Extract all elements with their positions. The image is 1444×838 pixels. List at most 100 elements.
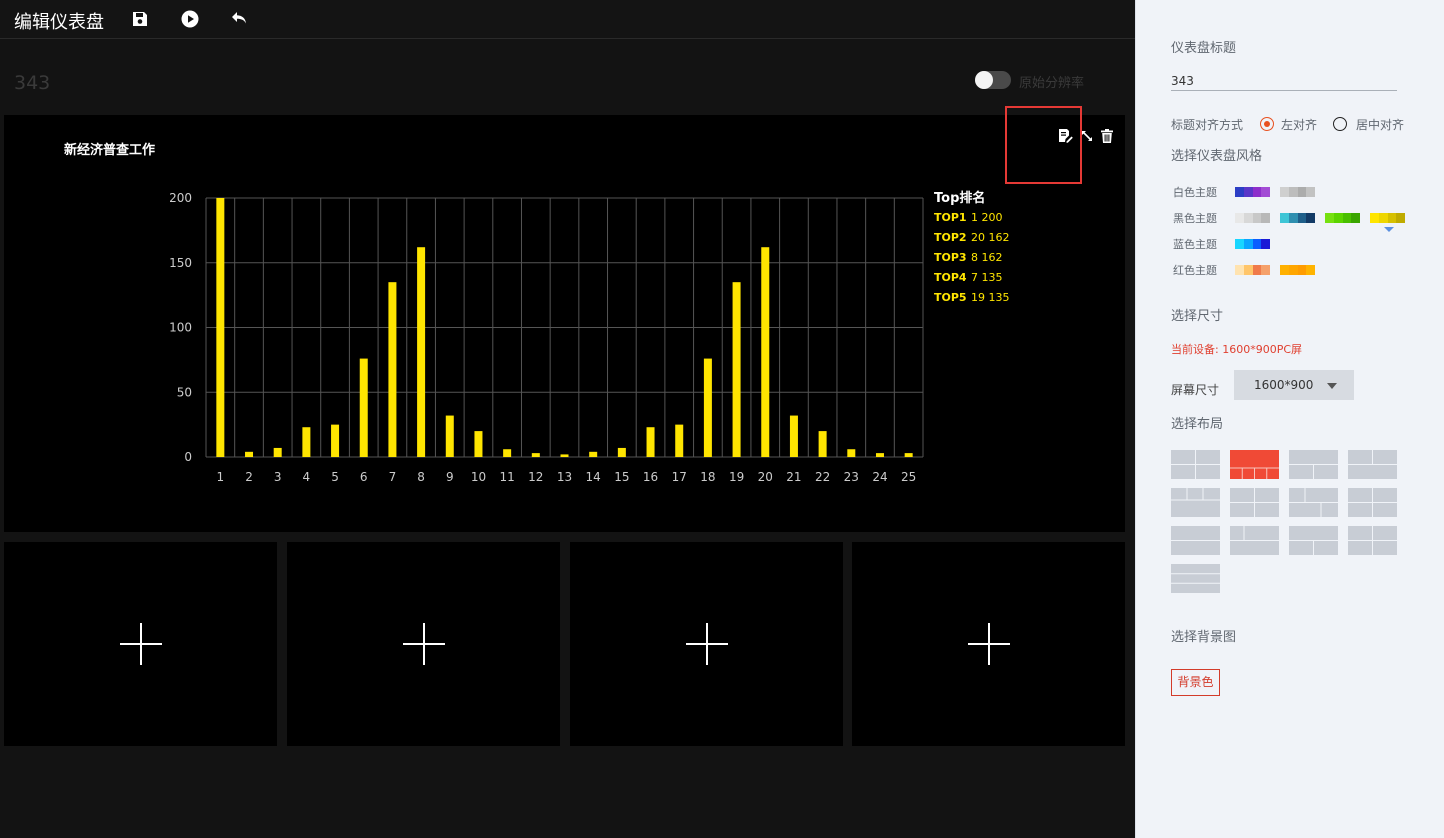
bar [273,447,282,457]
x-tick-label: 22 [815,470,830,484]
ranking-value: 1 200 [971,211,1003,224]
play-icon[interactable] [179,8,201,30]
bar [646,427,655,457]
layout-option-4[interactable] [1348,450,1397,479]
layout-option-13[interactable] [1171,564,1220,593]
align-center-label[interactable]: 居中对齐 [1356,116,1404,133]
x-tick-label: 12 [528,470,543,484]
bar [703,358,712,457]
x-tick-label: 9 [446,470,454,484]
edit-icon[interactable] [1057,128,1073,144]
theme-row-blue: 蓝色主题 [1173,238,1280,251]
page-title: 编辑仪表盘 [14,12,104,33]
undo-icon[interactable] [229,8,251,30]
bar [531,453,540,457]
empty-slot-2[interactable] [287,542,560,746]
top-bar: 编辑仪表盘 [0,0,1135,39]
dashboard-title-input[interactable] [1171,71,1397,91]
layout-option-11[interactable] [1289,526,1338,555]
style-label: 选择仪表盘风格 [1171,149,1263,164]
empty-slot-4[interactable] [852,542,1125,746]
align-center-radio[interactable] [1333,117,1348,131]
x-tick-label: 6 [360,470,368,484]
layout-option-8[interactable] [1348,488,1397,517]
background-color-button[interactable]: 背景色 [1171,669,1220,696]
x-tick-label: 8 [417,470,425,484]
theme-name: 红色主题 [1173,264,1217,277]
save-icon[interactable] [129,8,151,30]
ranking-label: TOP5 [934,291,967,304]
screen-size-label: 屏幕尺寸 [1171,383,1220,397]
expand-icon[interactable] [1079,128,1095,144]
ranking-value: 7 135 [971,271,1003,284]
ranking-label: TOP4 [934,271,967,284]
bar [331,424,340,457]
x-tick-label: 13 [557,470,572,484]
x-tick-label: 7 [389,470,397,484]
theme-swatch[interactable] [1325,213,1360,223]
theme-name: 蓝色主题 [1173,238,1217,251]
layout-option-9[interactable] [1171,526,1220,555]
ranking-value: 19 135 [971,291,1010,304]
layout-option-2[interactable] [1230,450,1279,479]
screen-size-select[interactable]: 1600*900 [1234,370,1354,400]
layout-option-3[interactable] [1289,450,1338,479]
theme-swatch[interactable] [1280,265,1315,275]
layout-option-1[interactable] [1171,450,1220,479]
x-tick-label: 21 [786,470,801,484]
theme-swatch[interactable] [1235,187,1270,197]
x-tick-label: 23 [844,470,859,484]
x-tick-label: 20 [758,470,773,484]
x-tick-label: 24 [872,470,887,484]
ranking-value: 20 162 [971,231,1010,244]
align-left-radio[interactable] [1260,117,1275,131]
screen-size-value: 1600*900 [1254,378,1314,392]
layout-option-5[interactable] [1171,488,1220,517]
x-tick-label: 4 [303,470,311,484]
plus-icon [119,623,162,665]
bar-chart: 0501001502001 2 3 4 5 6 7 8 9 10 11 12 13 14 15 16 17 18 1… [169,190,1010,484]
bar [675,424,684,457]
layout-option-10[interactable] [1230,526,1279,555]
theme-swatch[interactable] [1235,265,1270,275]
bar [302,427,311,457]
layout-option-12[interactable] [1348,526,1397,555]
y-tick-label: 150 [169,256,192,270]
y-tick-label: 200 [169,191,192,205]
empty-slot-1[interactable] [4,542,277,746]
bar [474,431,483,457]
selected-theme-indicator [1384,227,1394,232]
x-tick-label: 1 [217,470,225,484]
x-tick-label: 19 [729,470,744,484]
layout-option-6[interactable] [1230,488,1279,517]
layout-option-7[interactable] [1289,488,1338,517]
size-label: 选择尺寸 [1171,309,1224,324]
ranking-title: Top排名 [934,190,985,206]
settings-sidebar: 仪表盘标题 标题对齐方式 左对齐 居中对齐 选择仪表盘风格 白色主题 黑色主题 … [1135,0,1444,838]
theme-swatch[interactable] [1280,187,1315,197]
plus-icon [967,623,1010,665]
delete-icon[interactable] [1099,128,1115,144]
dashboard-title: 343 [14,72,51,94]
theme-swatch[interactable] [1235,213,1270,223]
align-left-label[interactable]: 左对齐 [1281,116,1317,133]
resolution-toggle[interactable] [975,71,1011,89]
theme-swatch-selected[interactable] [1370,213,1405,223]
x-tick-label: 18 [700,470,715,484]
chart-title: 新经济普查工作 [64,143,156,158]
y-tick-label: 100 [169,321,192,335]
chevron-down-icon [1327,383,1337,389]
align-label: 标题对齐方式 [1171,117,1244,132]
x-tick-label: 17 [672,470,687,484]
bar [216,198,225,457]
theme-name: 黑色主题 [1173,212,1217,225]
bar [503,449,512,457]
theme-swatch[interactable] [1280,213,1315,223]
ranking-label: TOP2 [934,231,967,244]
theme-swatch[interactable] [1235,239,1270,249]
y-tick-label: 0 [184,450,192,464]
x-tick-label: 2 [245,470,253,484]
chart-panel[interactable]: 0 50 100 150 200 1 2 3 4 5 6 7 8 9 10 11 12 13 14 15 16 17 18 1… [4,106,1125,532]
empty-slot-3[interactable] [570,542,843,746]
ranking-label: TOP1 [934,211,967,224]
